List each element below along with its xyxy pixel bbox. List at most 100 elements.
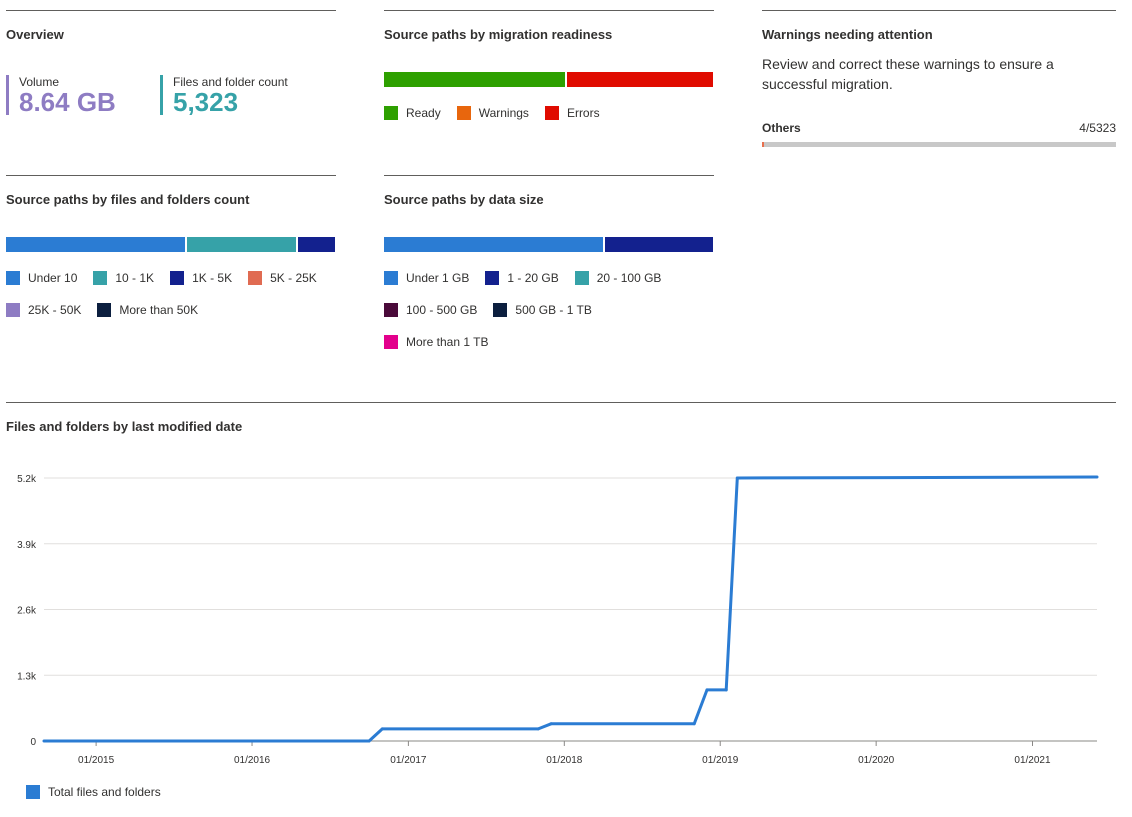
data-size-legend-item-100-500-gb[interactable]: 100 - 500 GB: [384, 303, 477, 317]
readiness-legend-item-warnings[interactable]: Warnings: [456, 106, 529, 120]
y-tick-label: 5.2k: [17, 474, 37, 485]
files-count-legend-item-25k-50k[interactable]: 25K - 50K: [6, 303, 81, 317]
legend-label: 20 - 100 GB: [596, 271, 662, 285]
files-count-segment-10-1k[interactable]: [186, 237, 296, 252]
legend-swatch: [170, 271, 185, 285]
data-size-legend: Under 1 GB 1 - 20 GB 20 - 100 GB 100 - 500 …: [384, 270, 677, 366]
legend-label: More than 1 TB: [406, 335, 489, 349]
warning-item-bar: [762, 142, 1116, 147]
files-count-segment-under-10[interactable]: [6, 237, 185, 252]
data-point[interactable]: [735, 476, 739, 480]
files-count-value: 5,323: [173, 87, 239, 117]
legend-label: 5K - 25K: [270, 271, 317, 285]
legend-swatch: [6, 271, 20, 285]
legend-swatch: [384, 271, 398, 285]
legend-swatch: [384, 303, 398, 317]
modified-date-chart: 0 1.3k 2.6k 3.9k 5.2k 01/2015 01/2016 01/2017 01…: [17, 474, 1099, 766]
x-tick-label: 01/2016: [234, 755, 271, 766]
readiness-bar[interactable]: [384, 72, 713, 87]
legend-label: 100 - 500 GB: [406, 303, 478, 317]
files-count-legend-row: 25K - 50K More than 50K: [6, 302, 333, 318]
data-point[interactable]: [42, 739, 46, 743]
legend-label: Errors: [566, 106, 600, 120]
data-size-card: Source paths by data size Under 1 GB 1 - …: [384, 175, 714, 376]
overview-card: Overview Volume 8.64 GB Files and folder…: [6, 10, 336, 161]
data-size-legend-item-1-20-gb[interactable]: 1 - 20 GB: [485, 271, 559, 285]
legend-label: 1K - 5K: [192, 271, 233, 285]
modified-date-card: Files and folders by last modified date: [6, 402, 1116, 453]
readiness-title: Source paths by migration readiness: [384, 27, 613, 42]
chart-legend[interactable]: Total files and folders: [26, 785, 161, 799]
legend-label: Ready: [406, 106, 441, 120]
legend-label: 25K - 50K: [28, 303, 82, 317]
data-size-legend-row: 100 - 500 GB 500 GB - 1 TB: [384, 302, 677, 318]
data-size-title: Source paths by data size: [384, 192, 544, 207]
files-count-legend-item-5k-25k[interactable]: 5K - 25K: [248, 271, 317, 285]
legend-swatch: [544, 106, 559, 120]
data-point[interactable]: [705, 688, 709, 692]
readiness-legend-item-errors[interactable]: Errors: [544, 106, 600, 120]
data-size-legend-item-under-1-gb[interactable]: Under 1 GB: [384, 271, 469, 285]
readiness-legend-row: Ready Warnings Errors: [384, 105, 616, 121]
overview-title: Overview: [6, 27, 64, 42]
volume-metric: Volume 8.64 GB: [6, 75, 116, 115]
x-tick-label: 01/2017: [390, 755, 427, 766]
y-tick-label: 3.9k: [17, 540, 37, 551]
legend-swatch: [6, 303, 20, 317]
readiness-segment-errors[interactable]: [567, 72, 713, 87]
warning-item[interactable]: Others 4/5323: [762, 121, 1116, 135]
legend-swatch: [97, 303, 112, 317]
volume-value: 8.64 GB: [19, 87, 116, 117]
data-point[interactable]: [724, 688, 728, 692]
files-count-legend-item-10-1k[interactable]: 10 - 1K: [93, 271, 154, 285]
legend-label: Under 1 GB: [406, 271, 470, 285]
data-point[interactable]: [692, 722, 696, 726]
legend-swatch: [384, 335, 398, 349]
legend-label: Under 10: [28, 271, 78, 285]
warnings-card: Warnings needing attention Review and co…: [762, 10, 1116, 161]
files-count-card: Source paths by files and folders count …: [6, 175, 336, 376]
legend-swatch: [493, 303, 508, 317]
legend-label: 1 - 20 GB: [507, 271, 559, 285]
files-count-metric: Files and folder count 5,323: [160, 75, 288, 115]
warning-item-count: 4/5323: [1079, 121, 1116, 135]
readiness-segment-ready[interactable]: [384, 72, 566, 87]
x-tick-label: 01/2018: [546, 755, 583, 766]
x-tick-label: 01/2015: [78, 755, 115, 766]
data-size-segment-1-20-gb[interactable]: [605, 237, 713, 252]
warnings-description: Review and correct these warnings to ens…: [762, 56, 1054, 92]
data-point[interactable]: [367, 739, 371, 743]
legend-swatch: [93, 271, 108, 285]
legend-label: Warnings: [478, 106, 529, 120]
modified-date-title: Files and folders by last modified date: [6, 419, 243, 434]
legend-swatch: [574, 271, 589, 285]
data-point[interactable]: [549, 722, 553, 726]
legend-swatch: [248, 271, 263, 285]
readiness-legend: Ready Warnings Errors: [384, 105, 616, 137]
data-size-legend-item-more-than-1-tb[interactable]: More than 1 TB: [384, 335, 489, 349]
files-count-legend-row: Under 10 10 - 1K 1K - 5K 5K - 25K: [6, 270, 333, 286]
legend-label: More than 50K: [119, 303, 199, 317]
files-count-legend-item-under-10[interactable]: Under 10: [6, 271, 77, 285]
data-size-legend-row: Under 1 GB 1 - 20 GB 20 - 100 GB: [384, 270, 677, 286]
chart-legend-label: Total files and folders: [48, 785, 161, 799]
data-point[interactable]: [536, 727, 540, 731]
files-count-segment-1k-5k[interactable]: [297, 237, 335, 252]
data-point[interactable]: [380, 727, 384, 731]
data-size-bar[interactable]: [384, 237, 713, 252]
warnings-title: Warnings needing attention: [762, 27, 933, 42]
chart-legend-swatch: [26, 785, 40, 799]
files-count-legend-item-more-than-50k[interactable]: More than 50K: [97, 303, 198, 317]
y-tick-label: 2.6k: [17, 606, 37, 617]
data-point[interactable]: [1095, 475, 1099, 479]
data-size-segment-under-1-gb[interactable]: [384, 237, 604, 252]
x-tick-label: 01/2020: [858, 755, 895, 766]
files-count-legend-item-1k-5k[interactable]: 1K - 5K: [170, 271, 232, 285]
legend-label: 500 GB - 1 TB: [515, 303, 592, 317]
y-tick-label: 1.3k: [17, 671, 37, 682]
data-size-legend-row: More than 1 TB: [384, 334, 677, 350]
readiness-legend-item-ready[interactable]: Ready: [384, 106, 441, 120]
files-count-bar[interactable]: [6, 237, 335, 252]
data-size-legend-item-500-gb-1-tb[interactable]: 500 GB - 1 TB: [493, 303, 592, 317]
data-size-legend-item-20-100-gb[interactable]: 20 - 100 GB: [574, 271, 662, 285]
